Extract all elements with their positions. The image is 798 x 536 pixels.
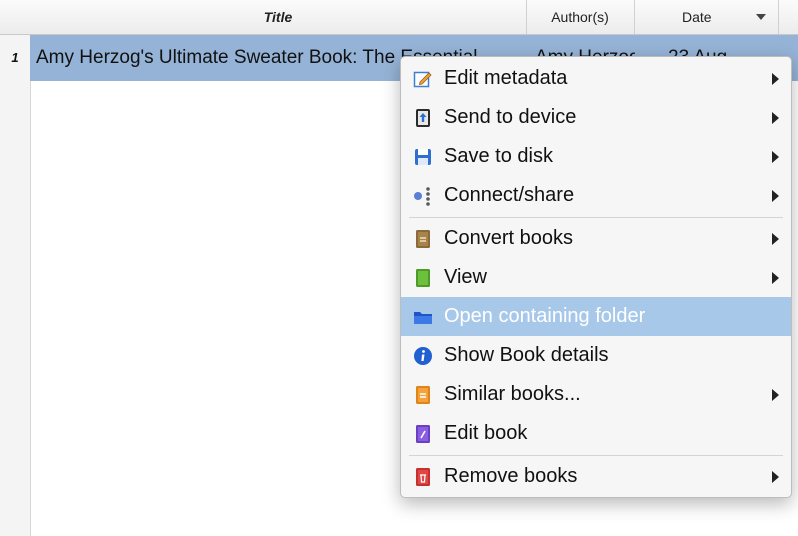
menu-separator [409, 217, 783, 218]
trash-icon [416, 468, 430, 486]
menu-item-save-to-disk[interactable]: Save to disk [401, 137, 791, 176]
menu-item-show-book-details[interactable]: Show Book details [401, 336, 791, 375]
table-header: Title Author(s) Date [0, 0, 798, 35]
menu-item-edit-metadata[interactable]: Edit metadata [401, 59, 791, 98]
convert-books-icon [416, 230, 430, 248]
column-header-date-label: Date [682, 9, 712, 25]
folder-icon [414, 312, 432, 324]
similar-books-icon [416, 386, 430, 404]
info-icon [414, 347, 432, 365]
menu-item-similar-books[interactable]: Similar books... [401, 375, 791, 414]
menu-item-remove-books[interactable]: Remove books [401, 457, 791, 496]
menu-item-send-to-device[interactable]: Send to device [401, 98, 791, 137]
menu-item-label: Remove books [444, 465, 578, 487]
menu-item-label: Connect/share [444, 184, 575, 206]
menu-item-label: Similar books... [444, 383, 581, 405]
save-to-disk-icon [415, 149, 431, 165]
menu-separator [409, 455, 783, 456]
menu-item-label: Send to device [444, 106, 577, 128]
sort-descending-icon[interactable] [756, 14, 766, 20]
edit-book-icon [416, 425, 430, 443]
menu-item-open-containing-folder[interactable]: Open containing folder [401, 297, 791, 336]
menu-item-label: Save to disk [444, 145, 553, 167]
column-header-author[interactable]: Author(s) [526, 0, 635, 34]
menu-item-label: View [444, 266, 487, 288]
column-header-title[interactable]: Title [30, 0, 527, 34]
submenu-arrow-icon [772, 73, 779, 85]
submenu-arrow-icon [772, 272, 779, 284]
column-header-date[interactable]: Date [634, 0, 779, 34]
menu-item-label: Edit metadata [444, 67, 568, 89]
submenu-arrow-icon [772, 190, 779, 202]
menu-item-label: Convert books [444, 227, 573, 249]
menu-item-label: Show Book details [444, 344, 609, 366]
edit-metadata-icon [413, 71, 432, 88]
menu-item-edit-book[interactable]: Edit book [401, 414, 791, 453]
menu-item-label: Open containing folder [444, 305, 646, 327]
menu-item-view[interactable]: View [401, 258, 791, 297]
menu-item-convert-books[interactable]: Convert books [401, 219, 791, 258]
menu-item-connect-share[interactable]: Connect/share [401, 176, 791, 215]
submenu-arrow-icon [772, 389, 779, 401]
submenu-arrow-icon [772, 233, 779, 245]
row-number: 1 [0, 35, 30, 81]
submenu-arrow-icon [772, 151, 779, 163]
view-icon [416, 269, 430, 287]
menu-item-label: Edit book [444, 422, 528, 444]
submenu-arrow-icon [772, 112, 779, 124]
connect-share-icon [414, 187, 430, 206]
send-to-device-icon [416, 109, 430, 127]
submenu-arrow-icon [772, 471, 779, 483]
context-menu: Edit metadata Send to device Save to dis… [400, 56, 792, 498]
